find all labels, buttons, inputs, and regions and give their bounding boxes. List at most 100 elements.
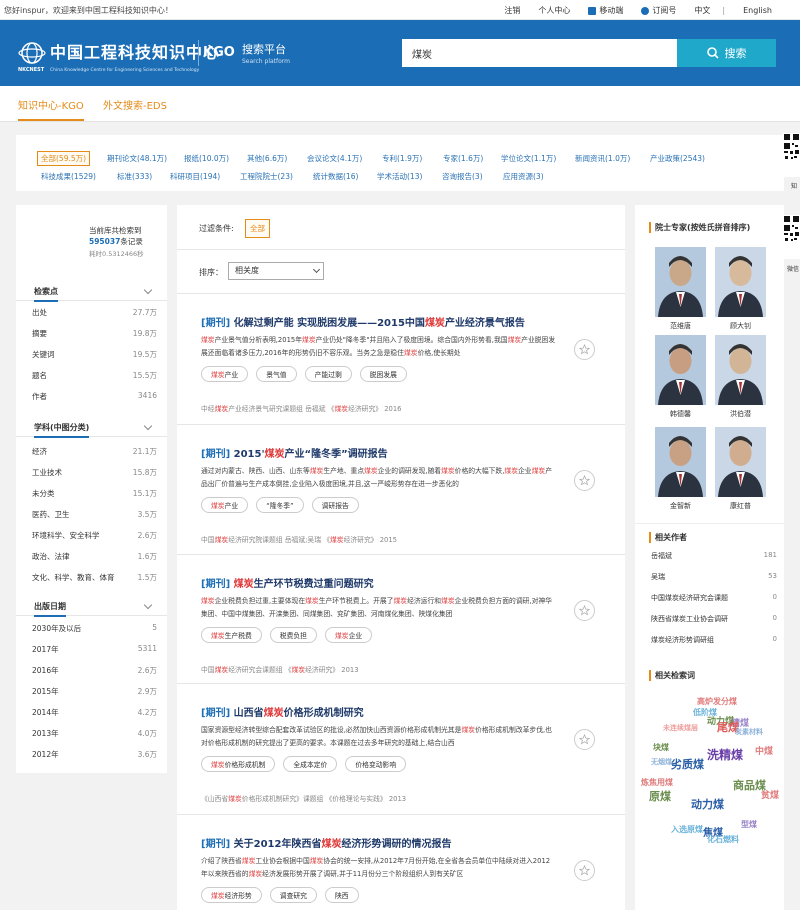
- result-keyword[interactable]: 价格变动影响: [345, 756, 407, 772]
- related-keyword[interactable]: 高炉发分煤: [697, 696, 737, 707]
- result-keyword[interactable]: 煤炭价格形成机制: [201, 756, 276, 772]
- related-keyword[interactable]: 炭素材料: [735, 727, 763, 737]
- filter-row[interactable]: 关键词 19.5万: [16, 344, 167, 365]
- category-item[interactable]: 会议论文(4.1万): [307, 153, 362, 164]
- filter-row[interactable]: 2016年 2.6万: [16, 660, 167, 681]
- expert-name[interactable]: 康红普: [715, 501, 766, 511]
- result-keyword[interactable]: 煤炭生产税费: [201, 627, 262, 643]
- tab-kgo[interactable]: 知识中心-KGO: [18, 97, 84, 121]
- category-item[interactable]: 学术活动(13): [377, 171, 422, 182]
- filter-row[interactable]: 2017年 5311: [16, 639, 167, 660]
- filter-row[interactable]: 环境科学、安全科学 2.6万: [16, 525, 167, 546]
- result-keyword[interactable]: 煤炭经济形势: [201, 887, 262, 903]
- filter-row[interactable]: 政治、法律 1.6万: [16, 546, 167, 567]
- category-item[interactable]: 专家(1.6万): [443, 153, 483, 164]
- category-item[interactable]: 产业政策(2543): [650, 153, 705, 164]
- result-title[interactable]: [期刊] 关于2012年陕西省煤炭经济形势调研的情况报告: [201, 835, 571, 850]
- user-center-link[interactable]: 个人中心: [538, 5, 570, 16]
- expert-photo[interactable]: [715, 427, 766, 497]
- result-title[interactable]: [期刊] 煤炭生产环节税费过重问题研究: [201, 575, 571, 590]
- expert-name[interactable]: 金智新: [655, 501, 706, 511]
- result-title[interactable]: [期刊] 山西省煤炭价格形成机制研究: [201, 704, 571, 719]
- expert-photo[interactable]: [655, 335, 706, 405]
- favorite-button[interactable]: [574, 339, 595, 360]
- category-item[interactable]: 新闻资讯(1.0万): [575, 153, 630, 164]
- result-keyword[interactable]: 煤炭产业: [201, 366, 249, 382]
- lang-en-link[interactable]: English: [743, 5, 772, 16]
- favorite-button[interactable]: [574, 729, 595, 750]
- related-keyword[interactable]: 型煤: [741, 819, 757, 830]
- filter-date-header[interactable]: 出版日期: [16, 598, 167, 617]
- filter-row[interactable]: 摘要 19.8万: [16, 323, 167, 344]
- category-item[interactable]: 工程院院士(23): [240, 171, 293, 182]
- expert-name[interactable]: 范维唐: [655, 321, 706, 331]
- result-keyword[interactable]: 调研报告: [311, 497, 359, 513]
- expert-photo[interactable]: [715, 247, 766, 317]
- filter-subject-header[interactable]: 学科(中图分类): [16, 419, 167, 438]
- filter-row[interactable]: 题名 15.5万: [16, 365, 167, 386]
- author-row[interactable]: 煤炭经济形势调研组 0: [651, 635, 777, 645]
- author-row[interactable]: 岳福斌 181: [651, 551, 777, 561]
- expert-name[interactable]: 顾大钊: [715, 321, 766, 331]
- result-keyword[interactable]: 调查研究: [269, 887, 317, 903]
- related-keyword[interactable]: 中煤: [755, 744, 773, 757]
- filter-row[interactable]: 作者 3416: [16, 386, 167, 407]
- filter-row[interactable]: 医药、卫生 3.5万: [16, 504, 167, 525]
- related-keyword[interactable]: 劣质煤: [671, 756, 704, 772]
- related-keyword[interactable]: 动力煤: [691, 796, 724, 812]
- expert-photo[interactable]: [715, 335, 766, 405]
- favorite-button[interactable]: [574, 860, 595, 881]
- expert-photo[interactable]: [655, 427, 706, 497]
- mobile-link[interactable]: 移动端: [588, 5, 623, 16]
- category-item[interactable]: 应用资源(3): [503, 171, 544, 182]
- filter-row[interactable]: 2015年 2.9万: [16, 681, 167, 702]
- result-keyword[interactable]: “隆冬季”: [256, 497, 304, 513]
- category-item[interactable]: 专利(1.9万): [382, 153, 422, 164]
- related-keyword[interactable]: 块煤: [653, 742, 669, 753]
- filter-condition-all[interactable]: 全部: [245, 219, 270, 238]
- subscribe-link[interactable]: 订阅号: [641, 5, 676, 16]
- result-keyword[interactable]: 产能过剩: [304, 366, 352, 382]
- related-keyword[interactable]: 洗精煤: [707, 746, 743, 763]
- related-keyword[interactable]: 未连续煤层: [663, 723, 698, 733]
- category-item[interactable]: 科技成果(1529): [41, 171, 96, 182]
- category-item[interactable]: 其他(6.6万): [247, 153, 287, 164]
- related-keyword[interactable]: 无烟煤: [651, 757, 672, 767]
- result-keyword[interactable]: 陕西: [324, 887, 359, 903]
- expert-photo[interactable]: [655, 247, 706, 317]
- related-keyword[interactable]: 入选原煤: [671, 824, 703, 835]
- category-item[interactable]: 咨询报告(3): [442, 171, 483, 182]
- favorite-button[interactable]: [574, 600, 595, 621]
- category-item[interactable]: 统计数据(16): [313, 171, 358, 182]
- related-keyword[interactable]: 炼焦用煤: [641, 777, 673, 788]
- result-title[interactable]: [期刊] 2015'煤炭产业“隆冬季”调研报告: [201, 445, 571, 460]
- author-row[interactable]: 中国煤炭经济研究会课题 0: [651, 593, 777, 603]
- result-title[interactable]: [期刊] 化解过剩产能 实现脱困发展——2015中国煤炭产业经济景气报告: [201, 314, 571, 329]
- result-keyword[interactable]: 税费负担: [269, 627, 317, 643]
- filter-row[interactable]: 文化、科学、教育、体育 1.5万: [16, 567, 167, 588]
- filter-row[interactable]: 2012年 3.6万: [16, 744, 167, 765]
- category-item[interactable]: 期刊论文(48.1万): [107, 153, 167, 164]
- sort-select[interactable]: 相关度: [228, 262, 324, 280]
- filter-retrieval-header[interactable]: 检索点: [16, 283, 167, 302]
- category-item[interactable]: 报纸(10.0万): [184, 153, 229, 164]
- result-keyword[interactable]: 脱困发展: [359, 366, 407, 382]
- author-row[interactable]: 吴瑞 53: [651, 572, 777, 582]
- filter-row[interactable]: 2030年及以后 5: [16, 618, 167, 639]
- logout-link[interactable]: 注销: [504, 5, 520, 16]
- filter-row[interactable]: 未分类 15.1万: [16, 483, 167, 504]
- author-row[interactable]: 陕西省煤炭工业协会调研 0: [651, 614, 777, 624]
- search-button[interactable]: 搜索: [677, 39, 776, 67]
- result-keyword[interactable]: 全成本定价: [283, 756, 338, 772]
- filter-row[interactable]: 工业技术 15.8万: [16, 462, 167, 483]
- filter-row[interactable]: 经济 21.1万: [16, 441, 167, 462]
- related-keyword[interactable]: 贫煤: [761, 788, 779, 801]
- tab-eds[interactable]: 外文搜索-EDS: [103, 97, 167, 112]
- expert-name[interactable]: 洪伯潜: [715, 409, 766, 419]
- result-keyword[interactable]: 景气值: [256, 366, 297, 382]
- category-item[interactable]: 标准(333): [117, 171, 152, 182]
- search-input[interactable]: [402, 39, 677, 67]
- favorite-button[interactable]: [574, 470, 595, 491]
- filter-row[interactable]: 2014年 4.2万: [16, 702, 167, 723]
- filter-row[interactable]: 2013年 4.0万: [16, 723, 167, 744]
